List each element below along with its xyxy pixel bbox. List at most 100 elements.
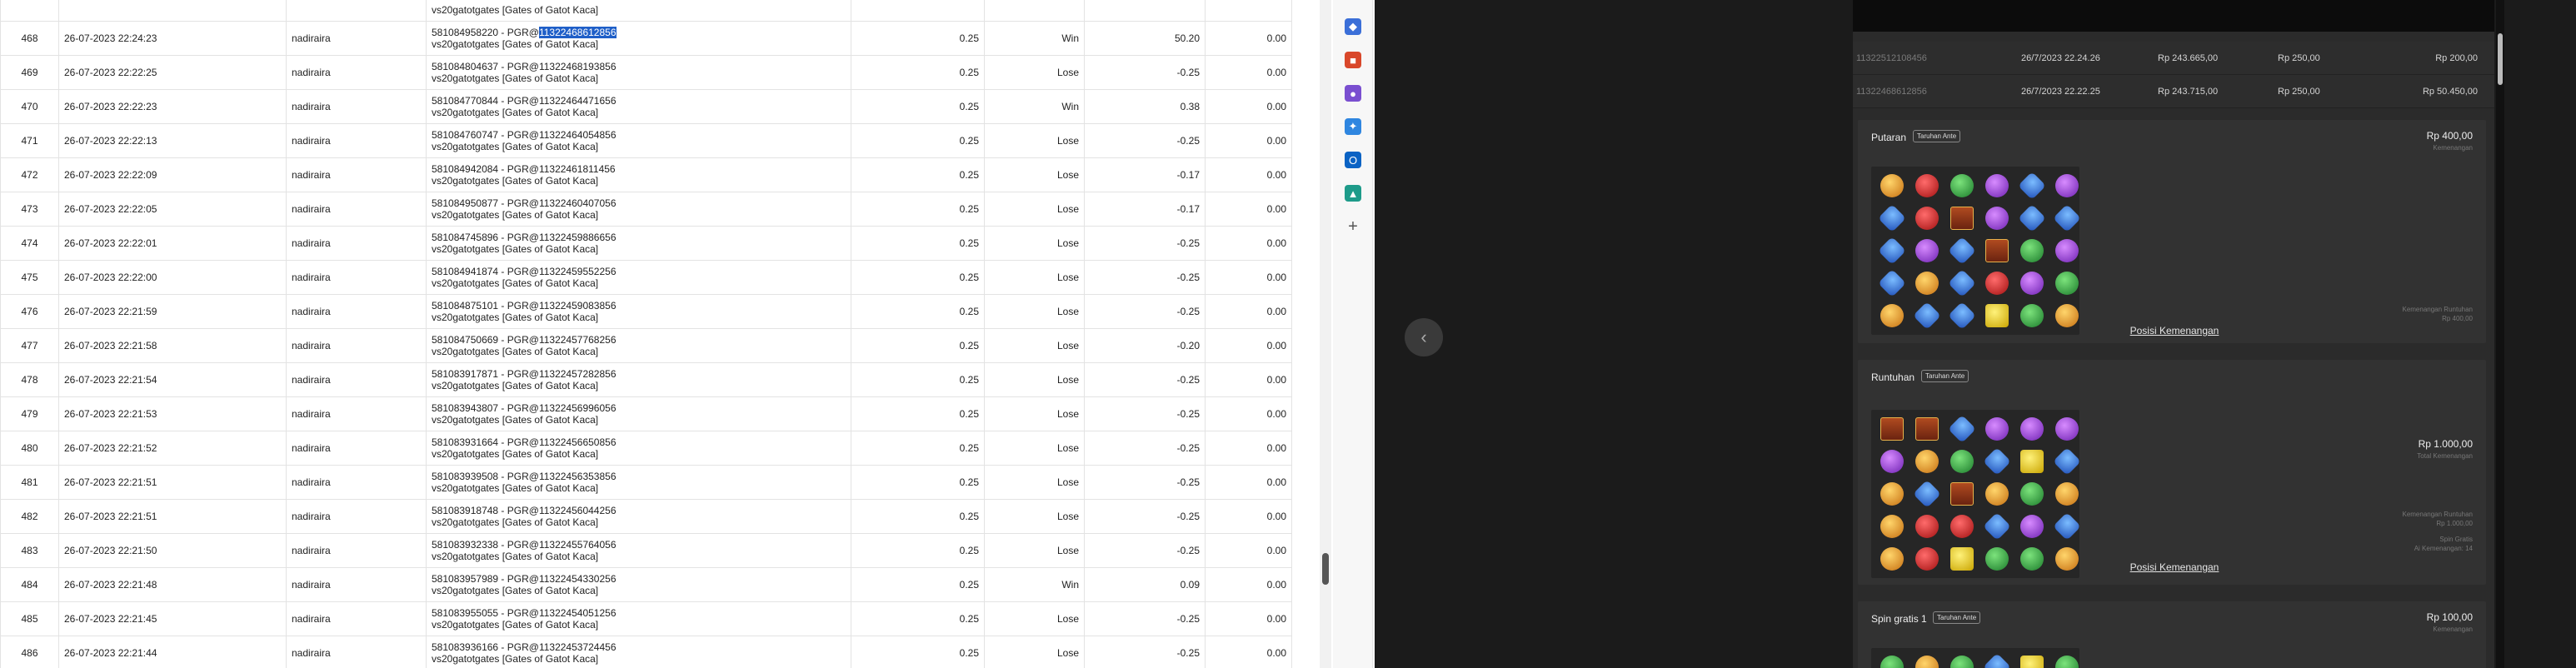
row-result: Lose: [984, 157, 1085, 192]
row-pgr-id: 11322460407056: [538, 197, 617, 209]
row-description: 581084770844 - PGR@11322464471656 vs20gat…: [426, 89, 851, 124]
row-number: 483: [0, 533, 59, 568]
green-symbol-icon: [1950, 656, 1974, 668]
table-row[interactable]: 478 26-07-2023 22:21:54 nadiraira 581083917…: [0, 362, 1292, 397]
putaran-title: Putaran: [1871, 132, 1907, 143]
scatter-symbol-icon: [1880, 417, 1904, 441]
runtuhan-detail-value-2: Ai Kemenangan: 14: [2414, 545, 2473, 552]
row-result: Lose: [984, 396, 1085, 431]
row-result: Lose: [984, 328, 1085, 363]
row-bet: 0.25: [851, 567, 985, 602]
row-pgr-prefix: PGR@: [507, 266, 539, 277]
row-bet: 0.25: [851, 21, 985, 56]
table-row[interactable]: 477 26-07-2023 22:21:58 nadiraira 581084750…: [0, 328, 1292, 363]
row-result: Lose: [984, 226, 1085, 261]
row-transaction-ids: 581084750669 - PGR@11322457768256: [432, 334, 617, 346]
table-row[interactable]: 472 26-07-2023 22:22:09 nadiraira 581084942…: [0, 157, 1292, 192]
history-round-id: 11322468612856: [1856, 87, 1927, 97]
runtuhan-win-position-link[interactable]: Posisi Kemenangan: [1858, 561, 2491, 573]
table-row[interactable]: 481 26-07-2023 22:21:51 nadiraira 581083939…: [0, 465, 1292, 500]
purple-symbol-icon: [2055, 417, 2079, 441]
row-transaction-ids: 581083932338 - PGR@11322455764056: [432, 539, 617, 551]
table-row[interactable]: 476 26-07-2023 22:21:59 nadiraira 581084875…: [0, 294, 1292, 329]
row-game: vs20gatotgates [Gates of Gatot Kaca]: [432, 277, 599, 289]
row-pgr-id: 11322456650856: [538, 436, 617, 448]
row-amount: -0.25: [1084, 601, 1206, 636]
red-symbol-icon: [1950, 515, 1974, 538]
row-pgr-id: 11322454051256: [538, 607, 617, 619]
putaran-win-position-link[interactable]: Posisi Kemenangan: [1858, 325, 2491, 336]
history-row[interactable]: 11322468612856 26/7/2023 22.22.25 Rp 243.7…: [1853, 75, 2494, 108]
row-balance: 0.00: [1205, 533, 1292, 568]
row-date: 26-07-2023 22:21:51: [58, 499, 287, 534]
row-bet: 0.25: [851, 260, 985, 295]
row-date: 26-07-2023 22:21:53: [58, 396, 287, 431]
purple-symbol-icon: [2020, 515, 2044, 538]
gold-symbol-icon: [1915, 272, 1939, 295]
row-transaction-ids: 581084941874 - PGR@11322459552256: [432, 266, 617, 277]
row-id: 581084804637: [432, 61, 499, 72]
table-row[interactable]: 485 26-07-2023 22:21:45 nadiraira 581083955…: [0, 601, 1292, 636]
row-description: 581083943807 - PGR@11322456996056 vs20gat…: [426, 396, 851, 431]
copilot-extension-icon[interactable]: ✦: [1345, 118, 1361, 135]
people-extension-icon[interactable]: ●: [1345, 85, 1361, 102]
panel-scrollbar-thumb[interactable]: [2498, 33, 2503, 85]
table-row[interactable]: 474 26-07-2023 22:22:01 nadiraira 581084745…: [0, 226, 1292, 261]
putaran-card: Putaran Taruhan Ante Rp 400,00 Kemenanga…: [1858, 120, 2486, 343]
row-date: 26-07-2023 22:21:50: [58, 533, 287, 568]
row-balance: 0.00: [1205, 55, 1292, 90]
table-row-partial[interactable]: vs20gatotgates [Gates of Gatot Kaca]: [0, 0, 1292, 22]
table-row[interactable]: 475 26-07-2023 22:22:00 nadiraira 581084941…: [0, 260, 1292, 295]
row-balance: 0.00: [1205, 328, 1292, 363]
table-row[interactable]: 486 26-07-2023 22:21:44 nadiraira 581083936…: [0, 636, 1292, 668]
table-scrollbar-thumb[interactable]: [1322, 553, 1329, 585]
table-row[interactable]: 480 26-07-2023 22:21:52 nadiraira 581083931…: [0, 431, 1292, 466]
row-pgr-prefix: PGR@: [507, 402, 539, 414]
row-game: vs20gatotgates [Gates of Gatot Kaca]: [432, 482, 599, 494]
row-date: 26-07-2023 22:21:45: [58, 601, 287, 636]
row-number: 484: [0, 567, 59, 602]
row-balance: 0.00: [1205, 123, 1292, 158]
table-row[interactable]: 484 26-07-2023 22:21:48 nadiraira 581083957…: [0, 567, 1292, 602]
history-row[interactable]: 11322512108456 26/7/2023 22.24.26 Rp 243.6…: [1853, 42, 2494, 75]
gold-symbol-icon: [1880, 515, 1904, 538]
row-username: nadiraira: [286, 89, 427, 124]
table-row[interactable]: 473 26-07-2023 22:22:05 nadiraira 581084950…: [0, 192, 1292, 227]
row-pgr-prefix: PGR@: [507, 505, 539, 516]
transaction-table-body: vs20gatotgates [Gates of Gatot Kaca] 468…: [0, 0, 1292, 668]
red-symbol-icon: [1915, 174, 1939, 197]
table-row[interactable]: 482 26-07-2023 22:21:51 nadiraira 581083918…: [0, 499, 1292, 534]
row-id: 581084942084: [432, 163, 499, 175]
shopping-extension-icon[interactable]: ▲: [1345, 185, 1361, 202]
row-pgr-prefix: PGR@: [507, 641, 539, 653]
panel-scrollbar[interactable]: [2496, 0, 2504, 668]
transaction-table: vs20gatotgates [Gates of Gatot Kaca] 468…: [0, 0, 1292, 668]
row-id: 581083955055: [432, 607, 499, 619]
green-symbol-icon: [2055, 272, 2079, 295]
tag-extension-icon[interactable]: ◆: [1345, 18, 1361, 35]
blue-symbol-icon: [1983, 447, 2011, 476]
outlook-extension-icon[interactable]: O: [1345, 152, 1361, 168]
row-result: Lose: [984, 533, 1085, 568]
table-row[interactable]: 469 26-07-2023 22:22:25 nadiraira 581084804…: [0, 55, 1292, 90]
table-row[interactable]: 483 26-07-2023 22:21:50 nadiraira 581083932…: [0, 533, 1292, 568]
row-description: 581084750669 - PGR@11322457768256 vs20gat…: [426, 328, 851, 363]
add-extension-icon[interactable]: +: [1345, 217, 1361, 236]
row-pgr-id: 11322453724456: [538, 641, 617, 653]
back-button[interactable]: ‹: [1405, 318, 1443, 356]
table-row[interactable]: 468 26-07-2023 22:24:23 nadiraira 581084958…: [0, 21, 1292, 56]
table-scrollbar[interactable]: [1320, 0, 1331, 668]
green-symbol-icon: [1880, 656, 1904, 668]
row-amount: -0.25: [1084, 362, 1206, 397]
row-result: Win: [984, 21, 1085, 56]
row-game: vs20gatotgates [Gates of Gatot Kaca]: [432, 448, 599, 460]
row-description: 581084958220 - PGR@11322468612856 vs20gat…: [426, 21, 851, 56]
table-row[interactable]: 470 26-07-2023 22:22:23 nadiraira 581084770…: [0, 89, 1292, 124]
row-pgr-id: 11322468193856: [538, 61, 617, 72]
row-id: 581083917871: [432, 368, 499, 380]
table-row[interactable]: 471 26-07-2023 22:22:13 nadiraira 581084760…: [0, 123, 1292, 158]
table-row[interactable]: 479 26-07-2023 22:21:53 nadiraira 581083943…: [0, 396, 1292, 431]
scatter-symbol-icon: [1915, 417, 1939, 441]
toolbox-extension-icon[interactable]: ■: [1345, 52, 1361, 68]
row-date: 26-07-2023 22:21:59: [58, 294, 287, 329]
